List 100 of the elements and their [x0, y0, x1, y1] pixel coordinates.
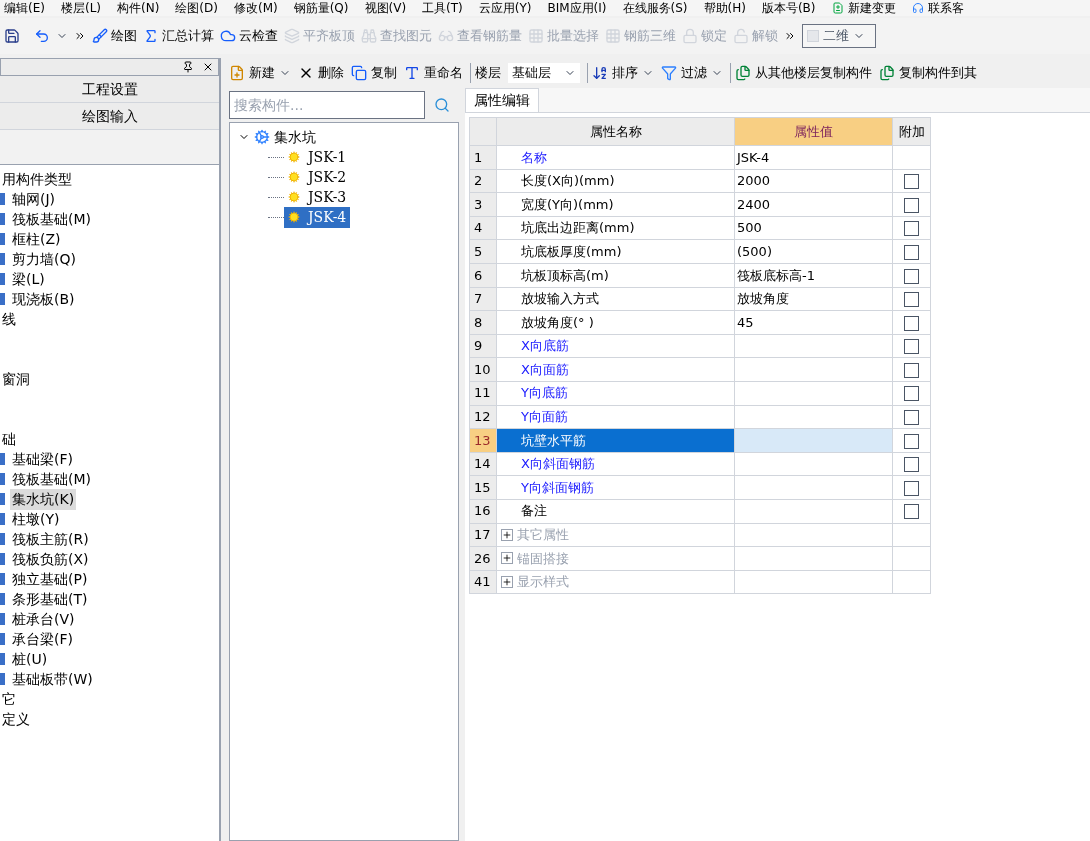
view-mode-dropdown[interactable]: 二维	[802, 24, 876, 48]
property-name[interactable]: 名称	[496, 145, 735, 170]
property-name[interactable]: 坑壁水平筋	[496, 428, 735, 453]
tree-item[interactable]: 用构件类型	[0, 168, 74, 190]
tree-item[interactable]: 承台梁(F)	[10, 628, 75, 650]
row-number: 16	[469, 499, 497, 523]
tree-item[interactable]: 集水坑	[274, 126, 316, 148]
floor-label: 楼层	[470, 63, 501, 83]
tree-item[interactable]: 桩(U)	[10, 648, 50, 670]
tree-item[interactable]: 柱墩(Y)	[10, 508, 62, 530]
copy-to-floor-button[interactable]: 复制构件到其	[879, 63, 977, 83]
property-name[interactable]: X向底筋	[496, 334, 735, 358]
property-value[interactable]: 放坡角度	[734, 287, 893, 311]
row-number: 2	[469, 169, 497, 193]
rename-button[interactable]: 重命名	[404, 63, 463, 83]
sort-button[interactable]: 排序	[587, 63, 654, 83]
row-number: 41	[469, 570, 497, 594]
floor-dropdown[interactable]: 基础层	[508, 63, 580, 83]
property-name[interactable]: 备注	[496, 499, 735, 523]
tree-item[interactable]: 独立基础(P)	[10, 568, 90, 590]
property-value[interactable]: JSK-4	[734, 145, 893, 170]
tree-item[interactable]: 条形基础(T)	[10, 588, 90, 610]
menu-item[interactable]: BIM应用(I)	[547, 2, 607, 14]
nav-button[interactable]: 工程设置	[0, 76, 219, 103]
menu-item[interactable]: 视图(V)	[364, 2, 407, 14]
tree-item[interactable]: JSK-4	[284, 206, 351, 228]
tree-item[interactable]: 轴网(J)	[10, 188, 58, 210]
row-number: 26	[469, 546, 497, 571]
copy-from-floor-button[interactable]: 从其他楼层复制构件	[730, 63, 872, 83]
copy-button[interactable]: 复制	[351, 63, 397, 83]
menu-item[interactable]: 版本号(B)	[761, 2, 816, 14]
tree-item[interactable]: JSK-2	[284, 166, 351, 188]
filter-button[interactable]: 过滤	[661, 63, 723, 83]
tree-item[interactable]: 梁(L)	[10, 268, 47, 290]
property-value[interactable]: 45	[734, 310, 893, 335]
search-field[interactable]: 搜索构件...	[229, 91, 425, 119]
tree-item[interactable]: 剪力墙(Q)	[10, 248, 78, 270]
row-number: 17	[469, 523, 497, 547]
tree-item[interactable]: 它	[0, 688, 18, 710]
tree-item[interactable]: JSK-1	[284, 146, 351, 168]
menu-item[interactable]: 楼层(L)	[60, 2, 101, 14]
property-value[interactable]: 2400	[734, 192, 893, 217]
property-name[interactable]: 长度(X向)(mm)	[496, 169, 735, 193]
tree-item[interactable]: 窗洞	[0, 368, 32, 390]
property-name[interactable]: 坑板顶标高(m)	[496, 263, 735, 288]
tree-item[interactable]: JSK-3	[284, 186, 351, 208]
tree-item[interactable]: 定义	[0, 708, 32, 730]
tree-item[interactable]: 筏板基础(M)	[10, 468, 93, 490]
tree-item[interactable]: 筏板基础(M)	[10, 208, 93, 230]
property-tab[interactable]: 属性编辑	[465, 88, 539, 112]
property-name[interactable]: Y向面筋	[496, 405, 735, 429]
property-value[interactable]: 2000	[734, 169, 893, 193]
tree-item[interactable]: 现浇板(B)	[10, 288, 77, 310]
property-name[interactable]: X向面筋	[496, 357, 735, 382]
tree-item[interactable]: 线	[0, 308, 18, 330]
property-name[interactable]: Y向斜面钢筋	[496, 475, 735, 500]
menu-item[interactable]: 绘图(D)	[175, 2, 218, 14]
toolbar-button[interactable]: 绘图	[92, 26, 137, 46]
property-name[interactable]: 放坡角度(° )	[496, 310, 735, 335]
menu-item[interactable]: 新建变更	[847, 2, 896, 14]
tree-item[interactable]: 础	[0, 428, 18, 450]
toolbar-button[interactable]: 汇总计算	[143, 26, 214, 46]
nav-button[interactable]: 绘图输入	[0, 103, 219, 130]
row-number: 11	[469, 381, 497, 406]
tree-item[interactable]: 桩承台(V)	[10, 608, 77, 630]
property-value[interactable]: 500	[734, 216, 893, 240]
property-value[interactable]: 筏板底标高-1	[734, 263, 893, 288]
property-name[interactable]: 放坡输入方式	[496, 287, 735, 311]
row-number: 12	[469, 405, 497, 429]
property-name[interactable]: 坑底出边距离(mm)	[496, 216, 735, 240]
delete-button[interactable]: 删除	[298, 63, 344, 83]
row-number: 7	[469, 287, 497, 311]
tree-item[interactable]: 筏板主筋(R)	[10, 528, 91, 550]
tree-item[interactable]: 筏板负筋(X)	[10, 548, 91, 570]
row-number: 6	[469, 263, 497, 288]
menu-item[interactable]: 构件(N)	[117, 2, 160, 14]
row-number: 9	[469, 334, 497, 358]
row-number: 13	[469, 428, 497, 453]
tree-item[interactable]: 基础板带(W)	[10, 668, 95, 690]
menu-item[interactable]: 修改(M)	[233, 2, 278, 14]
menu-item[interactable]: 云应用(Y)	[478, 2, 532, 14]
toolbar-button[interactable]: 云检查	[220, 26, 278, 46]
property-name[interactable]: 坑底板厚度(mm)	[496, 239, 735, 264]
tree-item[interactable]: 集水坑(K)	[10, 488, 77, 510]
property-name[interactable]: X向斜面钢筋	[496, 452, 735, 476]
property-name[interactable]: Y向底筋	[496, 381, 735, 406]
row-number: 5	[469, 239, 497, 264]
property-value[interactable]: (500)	[734, 239, 893, 264]
menu-item[interactable]: 联系客	[927, 2, 964, 14]
tree-item[interactable]: 基础梁(F)	[10, 448, 75, 470]
tree-item[interactable]: 框柱(Z)	[10, 228, 63, 250]
menu-item[interactable]: 在线服务(S)	[622, 2, 688, 14]
menu-item[interactable]: 工具(T)	[422, 2, 463, 14]
column-header: 属性值	[734, 117, 893, 146]
new-button[interactable]: 新建	[229, 63, 291, 83]
row-number: 15	[469, 475, 497, 500]
property-name[interactable]: 宽度(Y向)(mm)	[496, 192, 735, 217]
menu-item[interactable]: 钢筋量(Q)	[293, 2, 349, 14]
menu-item[interactable]: 帮助(H)	[703, 2, 746, 14]
menu-item[interactable]: 编辑(E)	[4, 2, 45, 14]
